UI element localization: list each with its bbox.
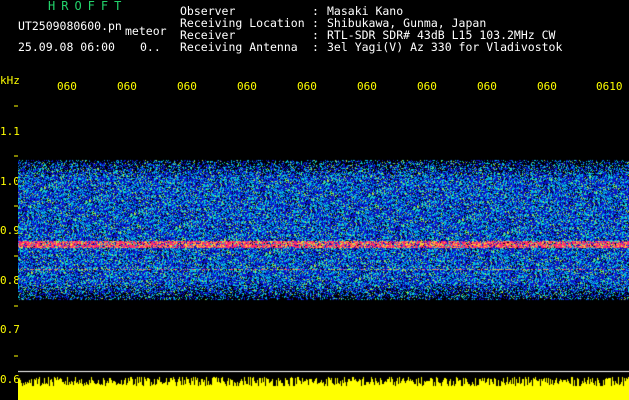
x-tick: 060 [297,80,317,93]
x-tick: 060 [477,80,497,93]
meta-separator: : [312,40,319,54]
filename-label: UT2509080600.pn [18,19,122,33]
antenna-value: 3el Yagi(V) Az 330 for Vladivostok [327,40,563,54]
x-tick: 060 [537,80,557,93]
extra-label: 0.. [140,40,161,54]
spectrogram-plot [18,95,629,400]
x-tick: 060 [57,80,77,93]
y-axis-ticks [14,105,18,357]
x-tick: 060 [237,80,257,93]
datetime-label: 25.09.08 06:00 [18,40,115,54]
x-tick: 060 [177,80,197,93]
x-tick: 060 [117,80,137,93]
x-tick: 0610 [596,80,623,93]
data-type-label: meteor [125,24,167,38]
x-tick: 060 [417,80,437,93]
app-brand: HROFFT [48,0,128,13]
antenna-label: Receiving Antenna [180,40,298,54]
x-tick: 060 [357,80,377,93]
